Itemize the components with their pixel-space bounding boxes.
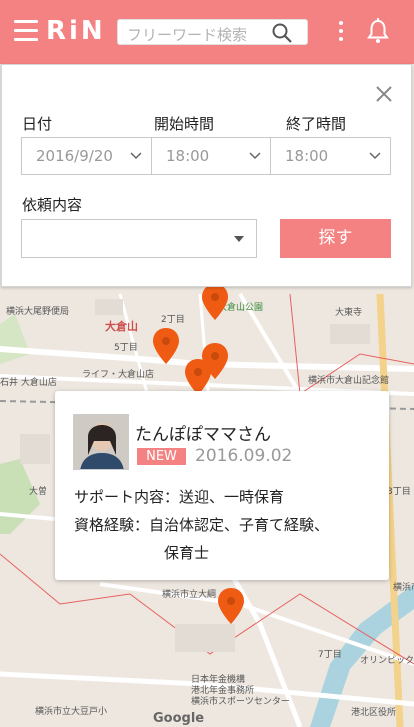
end-time-value: 18:00 [285,147,329,165]
map-label: 石井 大倉山店 [0,378,57,388]
chevron-down-icon [130,152,142,160]
hamburger-menu-icon[interactable] [14,20,38,42]
map-label: 2丁目 [161,315,185,325]
map-label: ライフ・大倉山店 [82,370,155,380]
search-icon[interactable] [271,22,293,44]
search-input[interactable]: フリーワード検索 [117,19,308,45]
date-value: 2016/9/20 [36,147,113,165]
map-pin-icon[interactable] [151,326,181,366]
search-filter-panel: 日付 開始時間 終了時間 2016/9/20 18:00 18:00 依頼内容 … [1,64,412,287]
google-logo: Google [153,711,205,726]
map-label: 横浜市立大豆戸小 [35,707,108,717]
map-label: 大倉山 [105,320,138,333]
sitter-name: たんぽぽママさん [135,425,271,445]
search-button[interactable]: 探す [280,219,391,258]
map-label: 港北区役所 [351,708,397,718]
close-icon[interactable] [375,85,393,103]
request-select[interactable] [21,219,257,258]
map-label: 横浜市スポーツセンター [191,697,290,707]
map-pin-icon[interactable] [216,586,246,626]
map-label: 5丁目 [114,343,138,353]
request-label: 依頼内容 [22,196,83,214]
registered-date: 2016.09.02 [195,446,293,466]
app-header: RiN フリーワード検索 [0,0,414,64]
chevron-down-icon [249,152,261,160]
map-label: 横浜市立大綱 [162,590,217,600]
sitter-profile-card[interactable]: たんぽぽママさん NEW 2016.09.02 サポート内容：送迎、一時保育 資… [55,391,389,580]
end-time-select[interactable]: 18:00 [270,137,391,175]
map-label: 大曽 [29,487,48,497]
map-label: 横浜市 [393,583,414,593]
start-time-select[interactable]: 18:00 [151,137,271,175]
end-time-label: 終了時間 [286,115,347,133]
notification-bell-icon[interactable] [366,18,390,44]
caret-down-icon [234,236,244,242]
map-pin-icon[interactable] [200,282,230,322]
support-content: サポート内容：送迎、一時保育 [74,488,285,506]
start-time-label: 開始時間 [154,115,215,133]
map-label: 横浜大尾野便局 [6,307,70,317]
map-label: 7丁目 [318,650,342,660]
chevron-down-icon [369,152,381,160]
search-placeholder: フリーワード検索 [127,26,248,44]
start-time-value: 18:00 [166,147,210,165]
date-label: 日付 [22,115,53,133]
new-badge: NEW [137,448,186,465]
map-label: 横浜市大倉山記念館 [308,376,390,386]
avatar[interactable] [73,414,129,470]
map-label: 大東寺 [335,308,363,318]
qualification-continued: 保育士 [164,544,210,562]
more-options-icon[interactable] [339,21,343,43]
qualification: 資格経験：自治体認定、子育て経験、 [74,516,330,534]
app-logo[interactable]: RiN [46,16,106,46]
date-select[interactable]: 2016/9/20 [21,137,152,175]
map-label: オリンピック [360,656,414,666]
map-label: 3丁目 [387,487,411,497]
